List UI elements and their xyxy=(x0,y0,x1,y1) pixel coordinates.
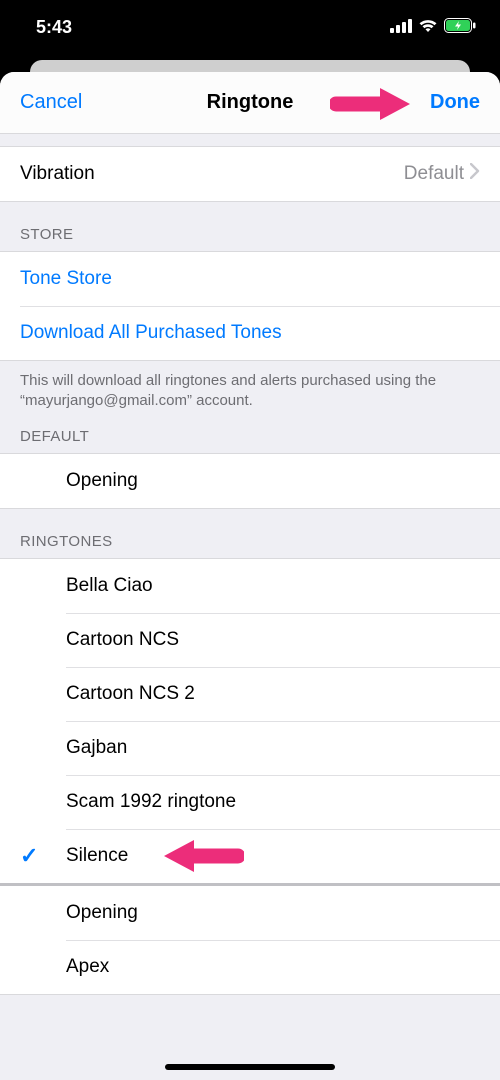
ringtone-row-2[interactable]: Cartoon NCS 2 xyxy=(0,667,500,721)
done-button[interactable]: Done xyxy=(430,91,480,114)
ringtone-row-5[interactable]: ✓ Silence xyxy=(0,829,500,883)
vibration-group: Vibration Default xyxy=(0,146,500,202)
ringtone-label: Opening xyxy=(66,902,138,924)
store-section-header: STORE xyxy=(0,202,500,251)
default-group: Opening xyxy=(0,453,500,509)
tone-store-row[interactable]: Tone Store xyxy=(0,252,500,306)
ringtone-label: Apex xyxy=(66,956,109,978)
ringtone-row-3[interactable]: Gajban xyxy=(0,721,500,775)
checkmark-icon: ✓ xyxy=(20,843,38,869)
battery-charging-icon xyxy=(444,17,476,38)
content-area: Vibration Default STORE Tone Store Downl… xyxy=(0,134,500,1080)
default-section-header: DEFAULT xyxy=(0,424,500,453)
status-time: 5:43 xyxy=(36,17,72,38)
ringtone-row-4[interactable]: Scam 1992 ringtone xyxy=(0,775,500,829)
ringtone-label: Cartoon NCS xyxy=(66,629,179,651)
vibration-value: Default xyxy=(404,163,464,185)
sheet-modal: Cancel Ringtone Done Vibration Default S… xyxy=(0,72,500,1080)
ringtone-label: Silence xyxy=(66,845,128,867)
status-bar: 5:43 xyxy=(0,0,500,54)
wifi-icon xyxy=(418,17,438,38)
tone-store-label: Tone Store xyxy=(20,268,112,290)
download-all-row[interactable]: Download All Purchased Tones xyxy=(0,306,500,360)
sheet-peek xyxy=(30,60,470,72)
ringtone-label: Cartoon NCS 2 xyxy=(66,683,195,705)
store-group: Tone Store Download All Purchased Tones xyxy=(0,251,500,361)
ringtone-row-1[interactable]: Cartoon NCS xyxy=(0,613,500,667)
sheet-backdrop xyxy=(0,54,500,72)
annotation-arrow-silence xyxy=(162,838,244,874)
ringtone-label: Scam 1992 ringtone xyxy=(66,791,236,813)
ringtones-group: Bella Ciao Cartoon NCS Cartoon NCS 2 Gaj… xyxy=(0,558,500,884)
default-tone-row[interactable]: Opening xyxy=(0,454,500,508)
nav-bar: Cancel Ringtone Done xyxy=(0,72,500,134)
cancel-button[interactable]: Cancel xyxy=(20,91,82,114)
ringtone-row-0[interactable]: Bella Ciao xyxy=(0,559,500,613)
more-ringtones-group: Opening Apex xyxy=(0,886,500,995)
ringtone-label: Gajban xyxy=(66,737,127,759)
more-row-0[interactable]: Opening xyxy=(0,886,500,940)
more-row-1[interactable]: Apex xyxy=(0,940,500,994)
status-right xyxy=(390,17,476,38)
store-footer: This will download all ringtones and ale… xyxy=(0,361,500,424)
chevron-right-icon xyxy=(470,163,480,185)
ringtones-section-header: RINGTONES xyxy=(0,509,500,558)
default-tone-label: Opening xyxy=(66,470,138,492)
vibration-label: Vibration xyxy=(20,163,95,185)
home-indicator xyxy=(165,1064,335,1070)
vibration-row[interactable]: Vibration Default xyxy=(0,147,500,201)
cellular-icon xyxy=(390,17,412,38)
annotation-arrow-done xyxy=(330,86,412,122)
download-all-label: Download All Purchased Tones xyxy=(20,322,282,344)
ringtone-label: Bella Ciao xyxy=(66,575,153,597)
